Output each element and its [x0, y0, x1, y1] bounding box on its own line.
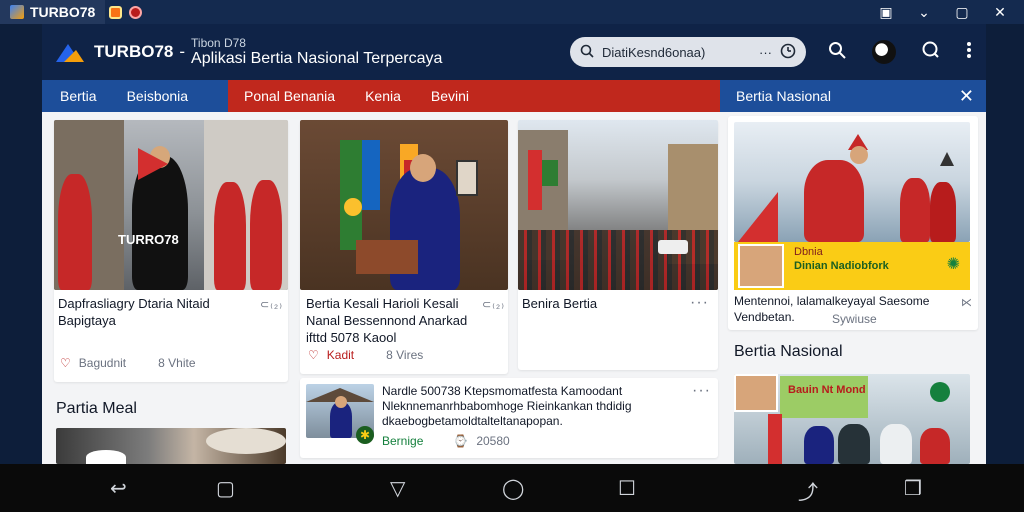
square-orange-icon[interactable]: [105, 3, 125, 21]
news-card[interactable]: Benira Bertia ···: [518, 120, 718, 370]
chat-icon[interactable]: [922, 41, 940, 64]
gear-icon: ✺: [946, 256, 960, 273]
badge-icon: ✱: [356, 426, 374, 444]
app-header: TURBO78 - Tibon D78 Aplikasi Bertia Nasi…: [42, 24, 986, 80]
meta-author: Kadit: [326, 348, 355, 362]
brand-separator: -: [179, 42, 186, 61]
nav-group-left: Bertia Beisbonia: [42, 80, 228, 112]
brand-tagline: Tibon D78 Aplikasi Bertia Nasional Terpe…: [191, 37, 442, 67]
news-image: TURRO78: [54, 120, 288, 290]
share-icon[interactable]: ⤴: [798, 476, 818, 505]
copy-icon[interactable]: ▢: [216, 476, 235, 501]
share-icon[interactable]: ⊂₍₂₎: [260, 298, 283, 311]
clock-icon: ⌚: [453, 434, 469, 448]
category-nav: Bertia Beisbonia Ponal Benania Kenia Bev…: [42, 80, 986, 112]
meta-author: Bagudnit: [78, 356, 127, 370]
share-icon[interactable]: ⋉: [961, 296, 972, 309]
back-icon[interactable]: ↩: [110, 476, 127, 501]
search-icon[interactable]: [828, 41, 846, 64]
heart-icon[interactable]: ♡: [308, 348, 319, 362]
news-image: [518, 120, 718, 290]
clock-icon[interactable]: [780, 43, 796, 62]
tab-title: TURBO78: [30, 4, 96, 20]
avatar[interactable]: [872, 40, 896, 64]
search-input[interactable]: DiatiKesnd6onaa) ···: [570, 37, 806, 67]
side-news-image: [734, 122, 970, 242]
section-title: Partia Meal: [56, 400, 137, 417]
kebab-menu-icon[interactable]: [966, 41, 972, 64]
news-title[interactable]: Bertia Kesali Harioli Kesali Nanal Besse…: [306, 296, 486, 347]
meta-views: 8 Vires: [386, 348, 424, 362]
news-card[interactable]: Bertia Kesali Harioli Kesali Nanal Besse…: [300, 120, 508, 374]
more-icon[interactable]: ···: [690, 294, 709, 312]
tab-bertia[interactable]: Bertia: [60, 88, 97, 104]
tab-beisbonia[interactable]: Beisbonia: [127, 88, 189, 104]
meta-views: 8 Vhite: [158, 356, 196, 370]
tagline-main: Aplikasi Bertia Nasional Terpercaya: [191, 50, 443, 67]
side-news-meta: Sywiuse: [832, 312, 877, 326]
news-list-item[interactable]: ✱ Nardle 500738 Ktepsmomatfesta Kamoodan…: [300, 378, 718, 458]
app-window: TURBO78 - Tibon D78 Aplikasi Bertia Nasi…: [42, 24, 986, 464]
close-icon[interactable]: ✕: [959, 86, 974, 107]
tab-bevini[interactable]: Bevini: [431, 88, 469, 104]
section-title: Bertia Nasional: [734, 343, 843, 360]
search-icon: [580, 44, 594, 61]
more-icon[interactable]: ···: [759, 45, 772, 60]
news-image: [300, 120, 508, 290]
close-icon[interactable]: ✕: [988, 4, 1012, 21]
yellow-banner: Dbnia Dinian Nadiobfork ✺: [734, 242, 970, 290]
meta-tag[interactable]: Bernige: [382, 434, 423, 448]
news-title[interactable]: Dapfrasliagry Dtaria Nitaid Bapigtaya: [58, 296, 252, 330]
banner-main: Dinian Nadiobfork: [794, 260, 889, 272]
recents-icon[interactable]: ☐: [618, 476, 636, 501]
news-title[interactable]: Benira Bertia: [522, 296, 672, 313]
tab-kenia[interactable]: Kenia: [365, 88, 401, 104]
banner-top: Dbnia: [794, 246, 823, 258]
tagline-top: Tibon D78: [191, 36, 246, 50]
browser-tab[interactable]: TURBO78: [0, 0, 106, 24]
news-meta: ♡ Bagudnit 8 Vhite: [60, 356, 196, 370]
system-bar: TURBO78 ▣ ⌄ ▢ ✕: [0, 0, 1024, 24]
logo-icon[interactable]: [56, 38, 86, 66]
image-icon[interactable]: ▣: [874, 4, 898, 21]
side-section-image: Bauin Nt Mond: [734, 374, 970, 464]
news-meta: ♡ Kadit 8 Vires: [308, 348, 423, 362]
red-circle-icon[interactable]: [125, 3, 145, 21]
home-icon[interactable]: ▽: [390, 476, 405, 501]
meta-time: 20580: [476, 434, 510, 448]
image-overlay-text: TURRO78: [118, 232, 179, 247]
side-panel-title: Bertia Nasional: [736, 88, 831, 104]
news-meta: Bernige ⌚ 20580: [382, 434, 510, 448]
news-title[interactable]: Nardle 500738 Ktepsmomatfesta Kamoodant …: [382, 384, 682, 429]
news-card[interactable]: TURRO78 Dapfrasliagry Dtaria Nitaid Bapi…: [54, 120, 288, 382]
window-controls: ▣ ⌄ ▢ ✕: [874, 4, 1024, 21]
meta-label: Sywiuse: [832, 312, 877, 326]
search-placeholder: DiatiKesnd6onaa): [602, 44, 706, 60]
section-image: [56, 428, 286, 464]
app-icon: [10, 5, 24, 19]
heart-icon[interactable]: ♡: [60, 356, 71, 370]
brand-name[interactable]: TURBO78: [94, 42, 173, 62]
more-icon[interactable]: ···: [692, 382, 711, 400]
banner2-text: Bauin Nt Mond: [788, 384, 866, 396]
nav-group-mid: Ponal Benania Kenia Bevini: [228, 80, 720, 112]
restore-icon[interactable]: ▢: [950, 4, 974, 21]
screen: TURBO78 ▣ ⌄ ▢ ✕ TURBO78 - Tibon D78 Apli…: [0, 0, 1024, 512]
side-panel-header: Bertia Nasional ✕: [720, 80, 986, 112]
side-news-card[interactable]: Dbnia Dinian Nadiobfork ✺ Mentennoi, lal…: [728, 116, 978, 330]
window-icon[interactable]: ❒: [904, 476, 922, 501]
header-actions: [828, 40, 972, 64]
system-nav-bar: ↩ ▢ ▽ ◯ ☐ ⤴ ❒: [0, 464, 1024, 512]
tab-ponal-benania[interactable]: Ponal Benania: [244, 88, 335, 104]
power-icon[interactable]: ◯: [502, 476, 524, 501]
chevron-down-icon[interactable]: ⌄: [912, 4, 936, 21]
share-icon[interactable]: ⊂₍₂₎: [482, 298, 505, 311]
